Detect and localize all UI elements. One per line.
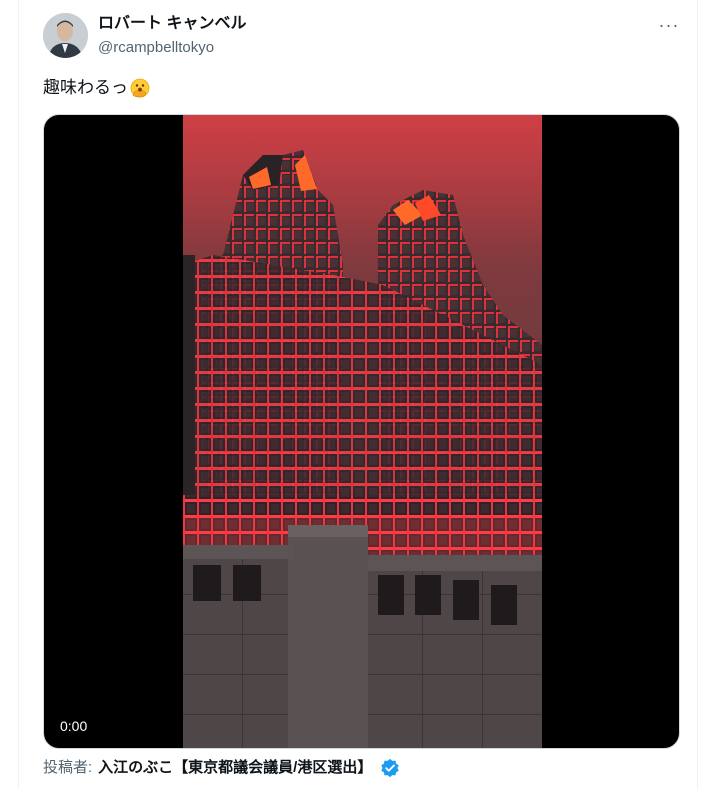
author-handle[interactable]: @rcampbelltokyo bbox=[98, 38, 214, 58]
hand-over-mouth-emoji-icon bbox=[130, 78, 150, 98]
video-timestamp: 0:00 bbox=[60, 718, 88, 734]
author-display-name[interactable]: ロバート キャンベル bbox=[98, 14, 246, 34]
more-options-button[interactable]: ··· bbox=[652, 12, 686, 38]
video-player[interactable]: 0:00 bbox=[43, 114, 680, 749]
user-avatar bbox=[43, 13, 88, 58]
posted-by-label: 投稿者: bbox=[43, 759, 93, 776]
tweet-text-content: 趣味わるっ bbox=[43, 78, 128, 97]
quoted-author-name[interactable]: 入江のぶこ【東京都議会議員/港区選出】 bbox=[98, 758, 372, 778]
author-avatar[interactable] bbox=[43, 13, 88, 58]
verified-badge-icon bbox=[381, 758, 400, 778]
more-icon: ··· bbox=[658, 14, 680, 35]
tweet-text: 趣味わるっ bbox=[43, 77, 150, 99]
quoted-author-line: 投稿者: 入江のぶこ【東京都議会議員/港区選出】 bbox=[43, 758, 400, 778]
video-thumbnail-building bbox=[183, 115, 542, 748]
